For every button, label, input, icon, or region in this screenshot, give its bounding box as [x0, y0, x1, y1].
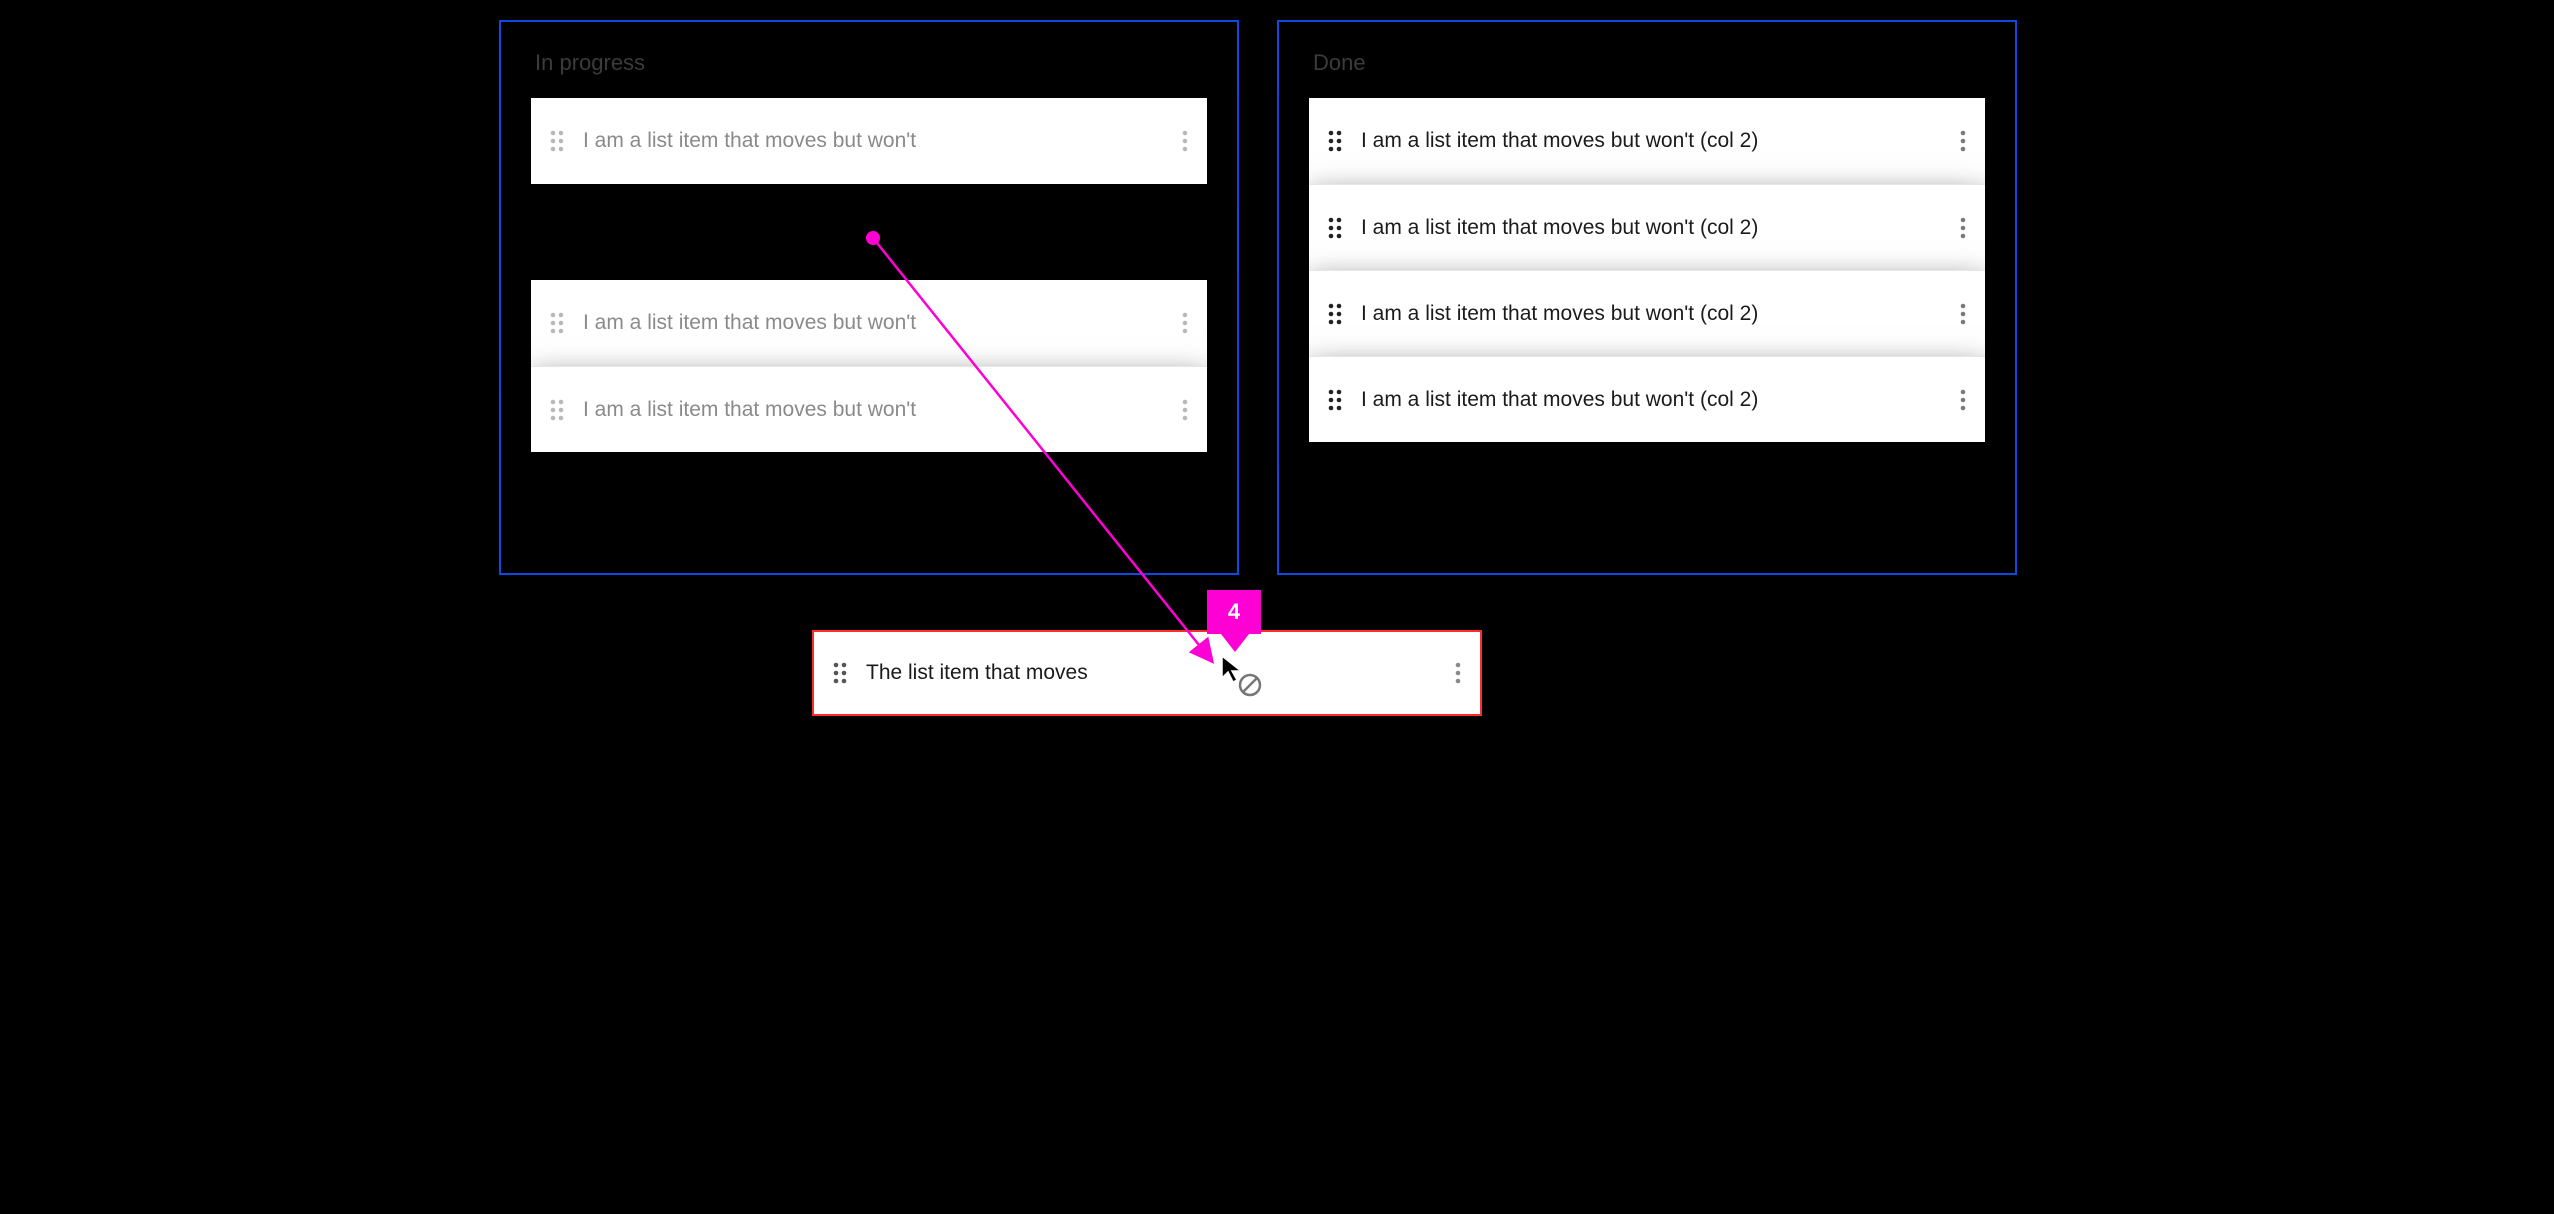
- annotation-number: 4: [1228, 599, 1240, 625]
- more-icon[interactable]: [1959, 128, 1967, 154]
- annotation-marker: 4: [1207, 590, 1261, 634]
- list-item-text: I am a list item that moves but won't (c…: [1343, 129, 1959, 153]
- drag-ghost-text: The list item that moves: [848, 661, 1454, 685]
- cursor-no-drop-icon: [1219, 654, 1275, 710]
- list-item[interactable]: I am a list item that moves but won't (c…: [1309, 356, 1985, 442]
- more-icon[interactable]: [1959, 301, 1967, 327]
- grip-icon[interactable]: [1327, 301, 1343, 327]
- drop-gap: [531, 184, 1207, 280]
- stage: In progress I am a list item that moves …: [477, 0, 2077, 760]
- grip-icon[interactable]: [1327, 128, 1343, 154]
- list-item-text: I am a list item that moves but won't: [565, 129, 1181, 153]
- more-icon[interactable]: [1959, 215, 1967, 241]
- list-item[interactable]: I am a list item that moves but won't (c…: [1309, 184, 1985, 270]
- grip-icon[interactable]: [1327, 387, 1343, 413]
- card-group: I am a list item that moves but won't: [531, 98, 1207, 184]
- more-icon[interactable]: [1959, 387, 1967, 413]
- column-title: Done: [1313, 50, 1985, 76]
- more-icon[interactable]: [1181, 310, 1189, 336]
- list-item[interactable]: I am a list item that moves but won't: [531, 280, 1207, 366]
- list-item[interactable]: I am a list item that moves but won't: [531, 98, 1207, 184]
- list-item-text: I am a list item that moves but won't (c…: [1343, 302, 1959, 326]
- more-icon[interactable]: [1181, 128, 1189, 154]
- more-icon[interactable]: [1454, 660, 1462, 686]
- card-group: I am a list item that moves but won't: [531, 280, 1207, 452]
- column-title: In progress: [535, 50, 1207, 76]
- list-item[interactable]: I am a list item that moves but won't (c…: [1309, 98, 1985, 184]
- list-item[interactable]: I am a list item that moves but won't: [531, 366, 1207, 452]
- card-group: I am a list item that moves but won't (c…: [1309, 98, 1985, 442]
- list-item-text: I am a list item that moves but won't: [565, 311, 1181, 335]
- list-item-text: I am a list item that moves but won't (c…: [1343, 216, 1959, 240]
- grip-icon[interactable]: [549, 128, 565, 154]
- list-item-text: I am a list item that moves but won't (c…: [1343, 388, 1959, 412]
- column-in-progress: In progress I am a list item that moves …: [499, 20, 1239, 575]
- grip-icon[interactable]: [549, 310, 565, 336]
- grip-icon[interactable]: [832, 660, 848, 686]
- list-item[interactable]: I am a list item that moves but won't (c…: [1309, 270, 1985, 356]
- grip-icon[interactable]: [1327, 215, 1343, 241]
- more-icon[interactable]: [1181, 397, 1189, 423]
- column-done: Done I am a list item that moves but won…: [1277, 20, 2017, 575]
- list-item-text: I am a list item that moves but won't: [565, 398, 1181, 422]
- grip-icon[interactable]: [549, 397, 565, 423]
- drag-ghost-card[interactable]: The list item that moves: [812, 630, 1482, 716]
